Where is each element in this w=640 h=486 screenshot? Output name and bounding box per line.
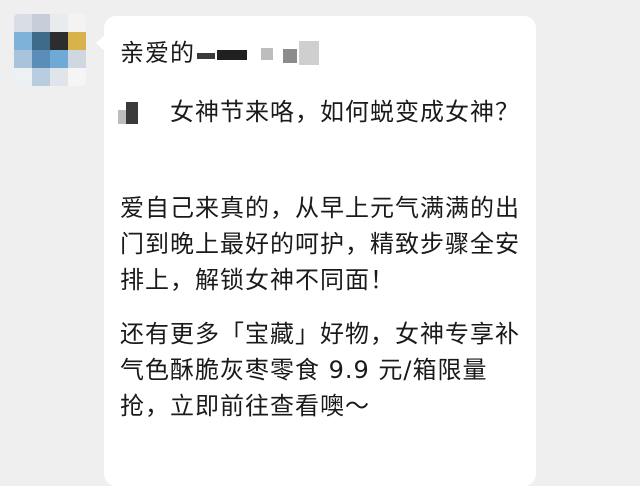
greeting-text: 亲爱的 bbox=[120, 38, 195, 67]
message-paragraph-1: 女神节来咯，如何蜕变成女神？ bbox=[170, 98, 520, 126]
message-paragraph-3: 还有更多「宝藏」好物，女神专享补气色酥脆灰枣零食 9.9 元/箱限量抢，立即前往… bbox=[120, 320, 520, 420]
redacted-name bbox=[197, 35, 319, 65]
sender-avatar[interactable] bbox=[14, 14, 86, 86]
greeting-line: 亲爱的 bbox=[120, 32, 319, 68]
message-paragraph-2: 爱自己来真的，从早上元气满满的出门到晚上最好的呵护，精致步骤全安排上，解锁女神不… bbox=[120, 194, 520, 294]
